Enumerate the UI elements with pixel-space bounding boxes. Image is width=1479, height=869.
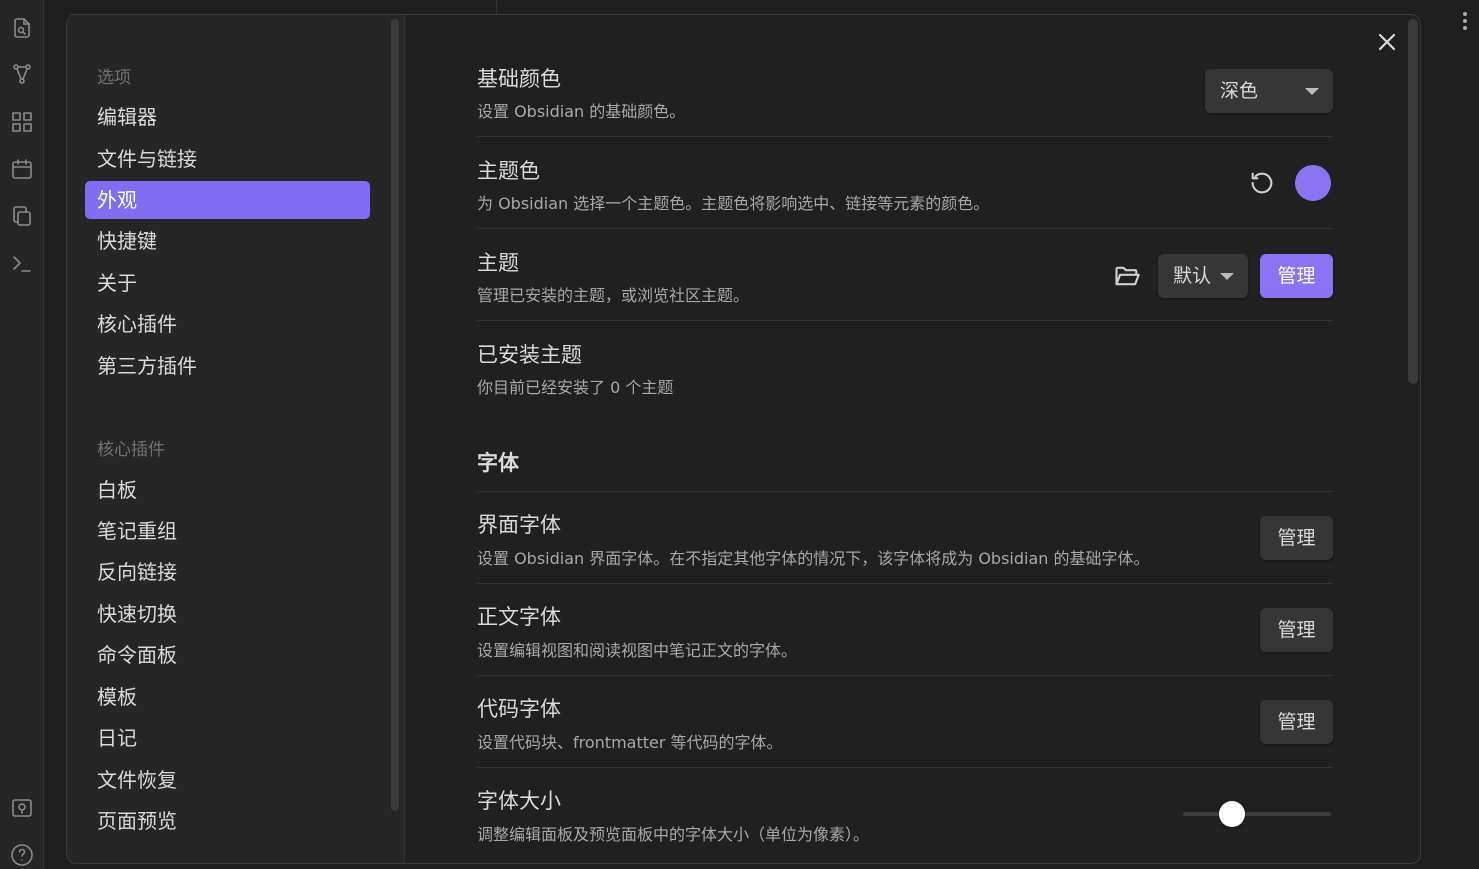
sidebar-item-file-recovery[interactable]: 文件恢复 — [85, 761, 370, 799]
setting-description: 设置代码块、frontmatter 等代码的字体。 — [477, 733, 783, 752]
accent-color-picker[interactable] — [1295, 165, 1331, 201]
sidebar-item-editor[interactable]: 编辑器 — [85, 98, 370, 136]
chevron-down-icon — [1220, 273, 1234, 280]
close-icon — [1378, 33, 1396, 51]
left-ribbon — [0, 0, 44, 869]
setting-text-font: 正文字体 设置编辑视图和阅读视图中笔记正文的字体。 管理 — [477, 584, 1333, 676]
chevron-down-icon — [1305, 88, 1319, 95]
font-size-slider[interactable] — [1183, 812, 1331, 816]
setting-description: 为 Obsidian 选择一个主题色。主题色将影响选中、链接等元素的颜色。 — [477, 194, 990, 213]
reset-accent-button[interactable] — [1248, 169, 1276, 197]
settings-modal: 选项 编辑器 文件与链接 外观 快捷键 关于 核心插件 第三方插件 核心插件 白… — [66, 14, 1421, 864]
settings-sidebar: 选项 编辑器 文件与链接 外观 快捷键 关于 核心插件 第三方插件 核心插件 白… — [67, 15, 405, 863]
section-heading-fonts: 字体 — [477, 451, 519, 475]
sidebar-item-appearance[interactable]: 外观 — [85, 181, 370, 219]
sidebar-item-hotkeys[interactable]: 快捷键 — [85, 222, 370, 260]
setting-theme: 主题 管理已安装的主题，或浏览社区主题。 默认 管理 — [477, 229, 1333, 321]
setting-description: 管理已安装的主题，或浏览社区主题。 — [477, 286, 750, 305]
dropdown-value: 默认 — [1173, 265, 1212, 287]
sidebar-item-canvas[interactable]: 白板 — [85, 471, 370, 509]
setting-description: 设置 Obsidian 界面字体。在不指定其他字体的情况下，该字体将成为 Obs… — [477, 549, 1150, 568]
sidebar-item-page-preview[interactable]: 页面预览 — [85, 802, 370, 840]
setting-description: 调整编辑面板及预览面板中的字体大小（单位为像素）。 — [477, 825, 870, 844]
sidebar-item-core-plugins[interactable]: 核心插件 — [85, 305, 370, 343]
sidebar-section-options: 选项 — [97, 68, 131, 88]
sidebar-scrollbar[interactable] — [391, 19, 399, 811]
setting-name: 代码字体 — [477, 697, 561, 721]
sidebar-item-templates[interactable]: 模板 — [85, 678, 370, 716]
folder-open-icon — [1115, 266, 1140, 286]
setting-installed-themes: 已安装主题 你目前已经安装了 0 个主题 — [477, 321, 1333, 413]
sidebar-item-community-plugins[interactable]: 第三方插件 — [85, 347, 370, 385]
base-color-dropdown[interactable]: 深色 — [1205, 69, 1333, 113]
setting-code-font: 代码字体 设置代码块、frontmatter 等代码的字体。 管理 — [477, 676, 1333, 768]
setting-name: 基础颜色 — [477, 67, 561, 91]
close-button[interactable] — [1378, 33, 1396, 51]
sidebar-item-daily-notes[interactable]: 日记 — [85, 719, 370, 757]
theme-dropdown[interactable]: 默认 — [1158, 254, 1248, 298]
calendar-icon[interactable] — [10, 157, 34, 181]
terminal-icon[interactable] — [10, 252, 34, 276]
sidebar-item-files-links[interactable]: 文件与链接 — [85, 140, 370, 178]
open-themes-folder-button[interactable] — [1113, 262, 1141, 290]
sidebar-section-core-plugins: 核心插件 — [97, 440, 165, 460]
setting-name: 正文字体 — [477, 605, 561, 629]
setting-accent-color: 主题色 为 Obsidian 选择一个主题色。主题色将影响选中、链接等元素的颜色… — [477, 137, 1333, 229]
setting-name: 已安装主题 — [477, 343, 582, 367]
sidebar-item-command-palette[interactable]: 命令面板 — [85, 636, 370, 674]
setting-name: 界面字体 — [477, 513, 561, 537]
copy-icon[interactable] — [10, 204, 34, 228]
grid-icon[interactable] — [10, 110, 34, 134]
setting-name: 字体大小 — [477, 789, 561, 813]
setting-base-color: 基础颜色 设置 Obsidian 的基础颜色。 深色 — [477, 55, 1333, 137]
font-size-slider-thumb[interactable] — [1218, 801, 1245, 827]
manage-interface-font-button[interactable]: 管理 — [1260, 516, 1333, 560]
setting-description: 设置 Obsidian 的基础颜色。 — [477, 102, 686, 121]
pane-divider — [496, 0, 497, 14]
sidebar-item-note-composer[interactable]: 笔记重组 — [85, 512, 370, 550]
dropdown-value: 深色 — [1220, 80, 1259, 102]
sidebar-item-backlinks[interactable]: 反向链接 — [85, 553, 370, 591]
setting-description: 设置编辑视图和阅读视图中笔记正文的字体。 — [477, 641, 798, 660]
graph-icon[interactable] — [10, 62, 34, 86]
setting-name: 主题 — [477, 251, 519, 275]
setting-interface-font: 界面字体 设置 Obsidian 界面字体。在不指定其他字体的情况下，该字体将成… — [477, 492, 1333, 584]
sidebar-item-about[interactable]: 关于 — [85, 264, 370, 302]
content-scrollbar[interactable] — [1408, 19, 1418, 384]
help-icon[interactable] — [10, 843, 34, 867]
manage-text-font-button[interactable]: 管理 — [1260, 608, 1333, 652]
setting-font-size: 字体大小 调整编辑面板及预览面板中的字体大小（单位为像素）。 — [477, 768, 1333, 863]
sidebar-item-quick-switcher[interactable]: 快速切换 — [85, 595, 370, 633]
vault-icon[interactable] — [10, 796, 34, 820]
file-search-icon[interactable] — [10, 16, 34, 40]
setting-description: 你目前已经安装了 0 个主题 — [477, 378, 674, 397]
reset-icon — [1251, 172, 1273, 194]
settings-content: 基础颜色 设置 Obsidian 的基础颜色。 深色 主题色 为 Obsidia… — [405, 15, 1420, 863]
manage-themes-button[interactable]: 管理 — [1260, 254, 1333, 298]
manage-code-font-button[interactable]: 管理 — [1260, 700, 1333, 744]
setting-name: 主题色 — [477, 159, 540, 183]
